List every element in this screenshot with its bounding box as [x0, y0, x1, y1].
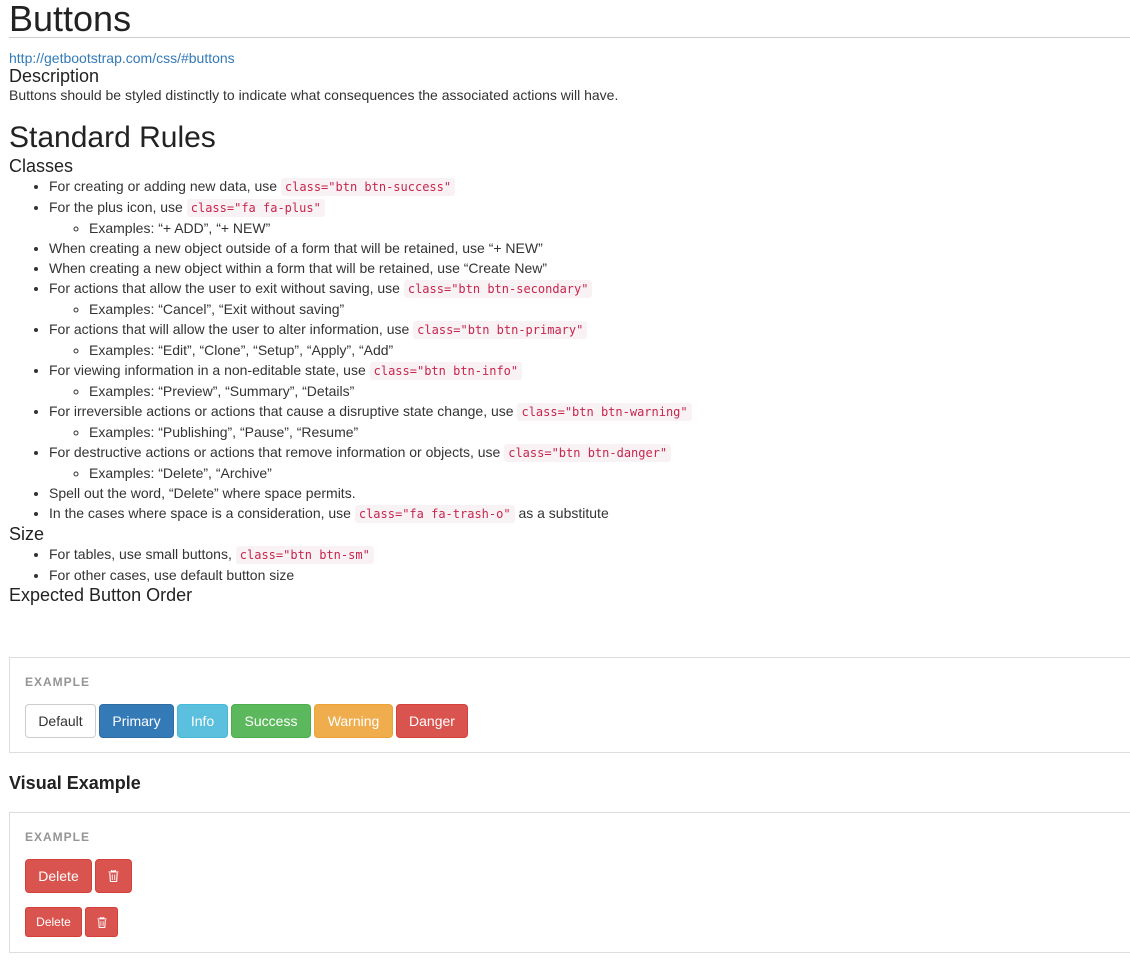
button-order-example: EXAMPLE Default Primary Info Success War…	[9, 657, 1130, 753]
list-item: For destructive actions or actions that …	[49, 442, 1130, 483]
sub-list-item: Examples: “Publishing”, “Pause”, “Resume…	[89, 422, 1130, 442]
list-item: For the plus icon, use class="fa fa-plus…	[49, 197, 1130, 238]
list-item: In the cases where space is a considerat…	[49, 503, 1130, 524]
list-item: For irreversible actions or actions that…	[49, 401, 1130, 442]
primary-button[interactable]: Primary	[99, 704, 174, 738]
code-snippet: class="btn btn-danger"	[504, 444, 672, 462]
button-order-heading: Expected Button Order	[9, 585, 193, 605]
info-button[interactable]: Info	[177, 704, 228, 738]
list-item: When creating a new object outside of a …	[49, 238, 1130, 258]
code-snippet: class="btn btn-info"	[369, 362, 523, 380]
sub-list-item: Examples: “Preview”, “Summary”, “Details…	[89, 381, 1130, 401]
list-item: For viewing information in a non-editabl…	[49, 360, 1130, 401]
delete-icon-button[interactable]	[95, 859, 132, 893]
sub-list-item: Examples: “Delete”, “Archive”	[89, 463, 1130, 483]
list-item: For creating or adding new data, use cla…	[49, 176, 1130, 197]
sub-list: Examples: “Cancel”, “Exit without saving…	[49, 299, 1130, 319]
code-snippet: class="btn btn-secondary"	[403, 280, 593, 298]
list-item: Spell out the word, “Delete” where space…	[49, 483, 1130, 503]
delete-small-button[interactable]: Delete	[25, 907, 82, 937]
visual-example-heading: Visual Example	[9, 773, 141, 793]
title-divider	[9, 37, 1130, 38]
description-heading: Description	[9, 66, 100, 86]
list-item: For tables, use small buttons, class="bt…	[49, 544, 1130, 565]
example-label: EXAMPLE	[25, 675, 91, 689]
example-label: EXAMPLE	[25, 830, 91, 844]
list-item: When creating a new object within a form…	[49, 258, 1130, 278]
danger-button[interactable]: Danger	[396, 704, 468, 738]
sub-list: Examples: “Publishing”, “Pause”, “Resume…	[49, 422, 1130, 442]
list-item: For other cases, use default button size	[49, 565, 1130, 585]
default-button[interactable]: Default	[25, 704, 96, 738]
code-snippet: class="btn btn-success"	[280, 178, 456, 196]
standard-rules-heading: Standard Rules	[9, 121, 216, 154]
code-snippet: class="fa fa-trash-o"	[354, 505, 515, 523]
sub-list-item: Examples: “Cancel”, “Exit without saving…	[89, 299, 1130, 319]
delete-button[interactable]: Delete	[25, 859, 92, 893]
sub-list-item: Examples: “+ ADD”, “+ NEW”	[89, 218, 1130, 238]
page-content: Buttons http://getbootstrap.com/css/#but…	[9, 0, 1130, 605]
description-text: Buttons should be styled distinctly to i…	[9, 87, 619, 103]
size-rules-list: For tables, use small buttons, class="bt…	[9, 544, 1130, 585]
page-title: Buttons	[9, 0, 132, 39]
sub-list-item: Examples: “Edit”, “Clone”, “Setup”, “App…	[89, 340, 1130, 360]
delete-small-icon-button[interactable]	[85, 907, 118, 937]
code-snippet: class="fa fa-plus"	[186, 199, 325, 217]
trash-icon	[96, 917, 107, 928]
visual-example-box: EXAMPLE Delete Delete	[9, 812, 1130, 953]
list-item: For actions that will allow the user to …	[49, 319, 1130, 360]
trash-icon	[108, 870, 119, 882]
sub-list: Examples: “Preview”, “Summary”, “Details…	[49, 381, 1130, 401]
classes-heading: Classes	[9, 156, 74, 176]
sub-list: Examples: “Edit”, “Clone”, “Setup”, “App…	[49, 340, 1130, 360]
sub-list: Examples: “+ ADD”, “+ NEW”	[49, 218, 1130, 238]
classes-rules-list: For creating or adding new data, use cla…	[9, 176, 1130, 524]
sub-list: Examples: “Delete”, “Archive”	[49, 463, 1130, 483]
size-heading: Size	[9, 524, 45, 544]
code-snippet: class="btn btn-sm"	[235, 546, 374, 564]
success-button[interactable]: Success	[231, 704, 311, 738]
code-snippet: class="btn btn-primary"	[413, 321, 588, 339]
warning-button[interactable]: Warning	[314, 704, 393, 738]
code-snippet: class="btn btn-warning"	[517, 403, 692, 421]
list-item: For actions that allow the user to exit …	[49, 278, 1130, 319]
bootstrap-docs-link[interactable]: http://getbootstrap.com/css/#buttons	[9, 50, 1130, 66]
